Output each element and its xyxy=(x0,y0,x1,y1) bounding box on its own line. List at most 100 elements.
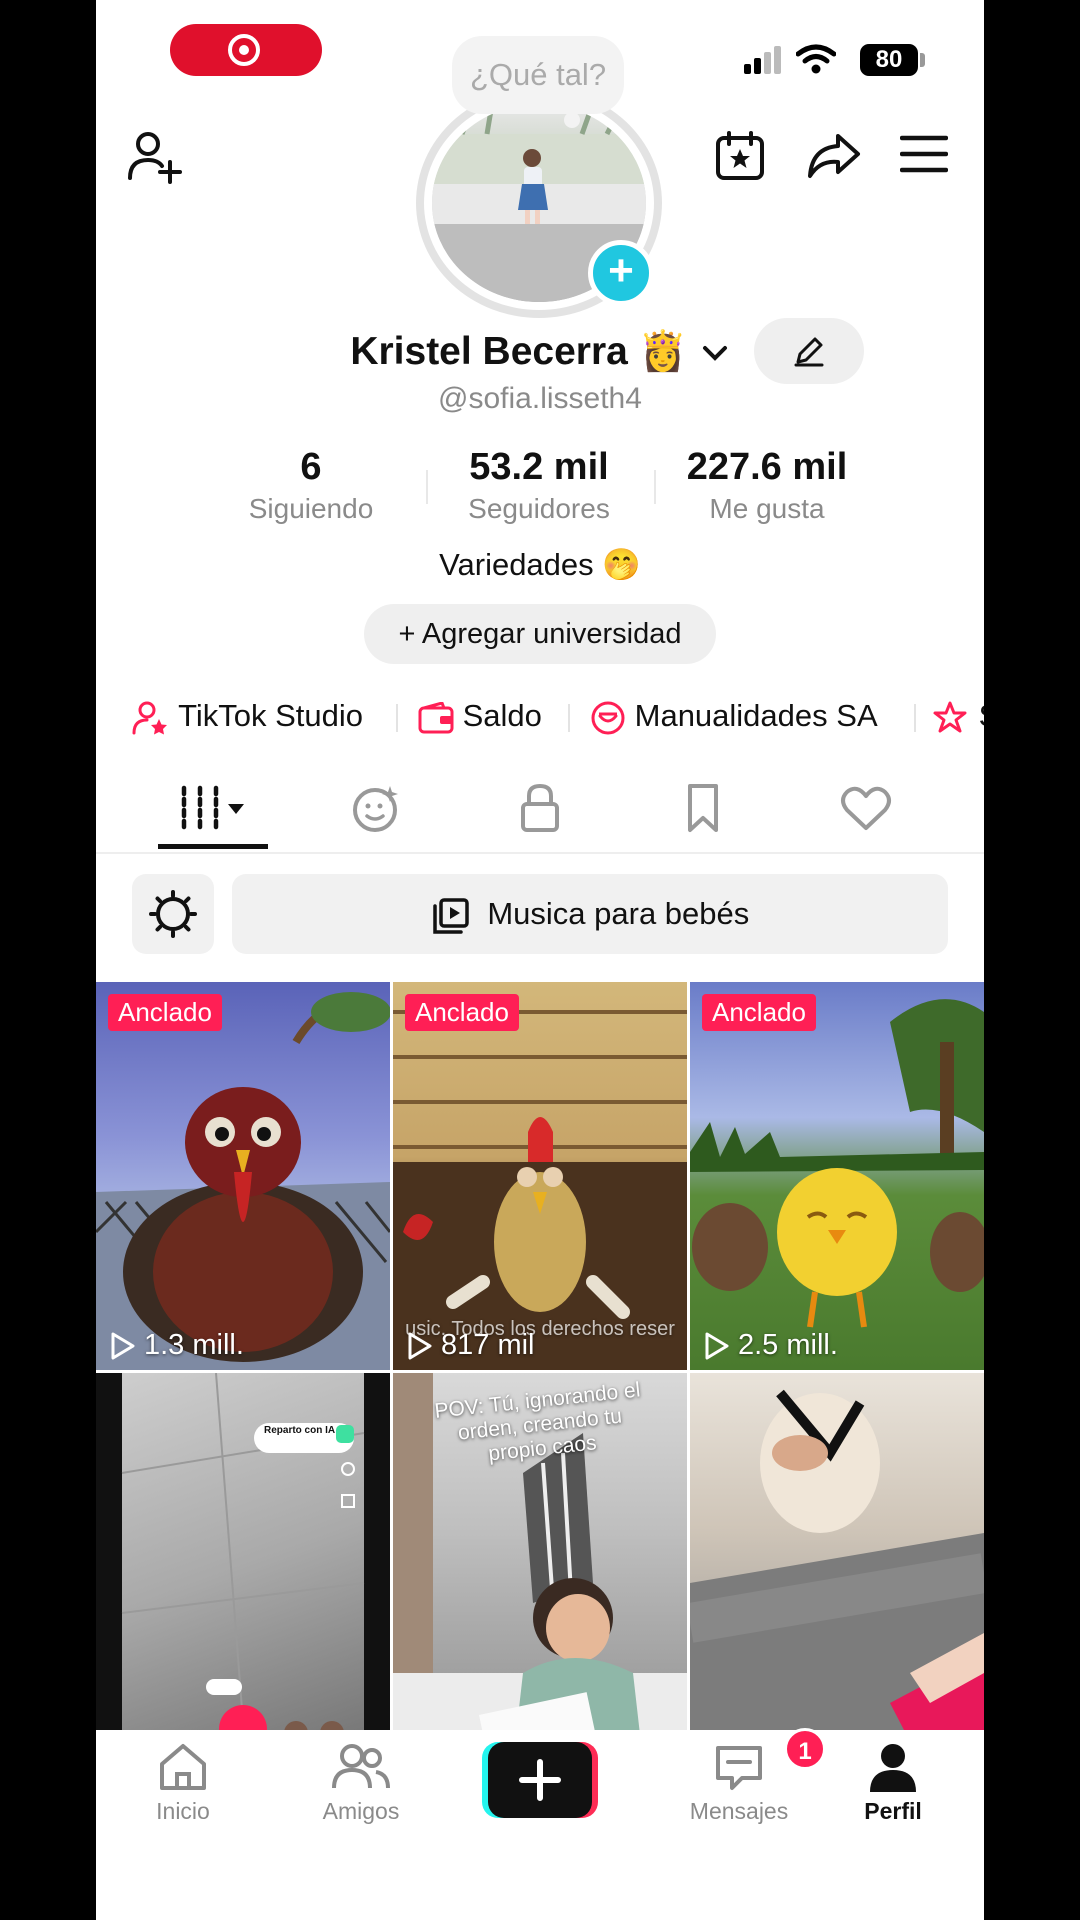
status-bubble[interactable]: ¿Qué tal? xyxy=(452,36,624,114)
screen-recording-indicator[interactable] xyxy=(170,24,322,76)
person-star-icon xyxy=(132,701,167,735)
play-icon xyxy=(111,1332,135,1360)
chevron-down-icon[interactable] xyxy=(700,342,730,364)
video-thumbnail[interactable]: POV: Tú, ignorando el orden, creando tu … xyxy=(393,1373,687,1761)
friends-icon xyxy=(332,1744,390,1789)
share-profile-button[interactable] xyxy=(806,130,862,182)
shortcut-tiktok-studio[interactable]: TikTok Studio xyxy=(132,696,363,736)
sort-filter-button[interactable] xyxy=(132,874,214,954)
stat-divider xyxy=(654,470,656,504)
active-tab-indicator xyxy=(158,844,268,849)
stat-label: Seguidores xyxy=(468,493,610,524)
pinned-badge: Anclado xyxy=(702,994,816,1031)
shortcut-more[interactable]: S xyxy=(932,696,984,736)
reposts-icon xyxy=(353,786,398,832)
create-plus-icon xyxy=(482,1742,598,1818)
tab-liked[interactable] xyxy=(811,770,921,846)
playlist-icon xyxy=(432,898,469,934)
home-icon xyxy=(160,1744,206,1790)
shortcut-label: Saldo xyxy=(462,698,542,733)
video-thumbnail[interactable]: Anclado 1.3 mill. xyxy=(96,982,390,1370)
wifi-icon xyxy=(796,44,836,74)
shortcut-separator xyxy=(914,704,916,732)
share-arrow-icon xyxy=(808,134,860,178)
bottom-navigation: Inicio Amigos Mensajes 1 Perfil xyxy=(96,1728,984,1920)
shortcut-label: TikTok Studio xyxy=(178,698,363,733)
edit-profile-button[interactable] xyxy=(754,318,864,384)
profile-icon xyxy=(870,1744,916,1792)
profile-shortcuts: TikTok Studio Saldo Manualidades SA xyxy=(96,686,984,746)
view-count-text: 1.3 mill. xyxy=(144,1329,244,1361)
add-friend-button[interactable] xyxy=(126,128,182,184)
stat-value: 53.2 mil xyxy=(469,446,609,488)
shop-icon xyxy=(591,701,625,735)
videos-grid-icon xyxy=(181,785,244,831)
nav-label: Perfil xyxy=(864,1798,922,1824)
play-icon xyxy=(408,1332,432,1360)
playlist-label: Musica para bebés xyxy=(487,896,750,932)
stat-followers[interactable]: 53.2 mil Seguidores xyxy=(439,446,639,525)
shortcut-saldo[interactable]: Saldo xyxy=(418,696,542,736)
add-university-button[interactable]: + Agregar universidad xyxy=(364,604,716,664)
view-count-text: 2.5 mill. xyxy=(738,1329,838,1361)
shortcut-shop[interactable]: Manualidades SA xyxy=(590,696,878,736)
phone-screen: 80 ¿Qué tal? + Kristel Becerra 👸 @sofia.… xyxy=(96,0,984,1920)
video-thumbnail[interactable] xyxy=(690,1373,984,1761)
tab-videos[interactable] xyxy=(158,770,268,846)
username: @sofia.lisseth4 xyxy=(438,382,642,415)
create-button[interactable] xyxy=(482,1742,598,1818)
tab-reposts[interactable] xyxy=(322,770,432,846)
nav-home[interactable]: Inicio xyxy=(108,1740,258,1825)
stat-likes[interactable]: 227.6 mil Me gusta xyxy=(667,446,867,525)
video-thumbnail[interactable]: Anclado 2.5 mill. xyxy=(690,982,984,1370)
tab-private[interactable] xyxy=(485,770,595,846)
shortcut-label: S xyxy=(979,698,984,733)
stat-label: Me gusta xyxy=(709,493,825,524)
video-thumbnail[interactable]: usic. Todos los derechos reser Anclado 8… xyxy=(393,982,687,1370)
battery-tip xyxy=(920,53,925,67)
video-overlay-text: Reparto con IA xyxy=(264,1425,336,1436)
nav-label: Amigos xyxy=(322,1798,400,1824)
bio: Variedades 🤭 xyxy=(439,547,641,582)
shortcut-label: Manualidades SA xyxy=(634,698,878,733)
view-count: 2.5 mill. xyxy=(704,1329,838,1362)
battery-level: 80 xyxy=(860,44,918,76)
shortcut-separator xyxy=(568,704,570,732)
pinned-badge: Anclado xyxy=(405,994,519,1031)
pencil-icon xyxy=(794,337,824,367)
stat-value: 6 xyxy=(300,446,322,488)
heart-icon xyxy=(841,786,891,830)
lock-icon xyxy=(521,783,559,832)
calendar-star-icon xyxy=(716,131,764,180)
pinned-badge: Anclado xyxy=(108,994,222,1031)
hamburger-menu-icon xyxy=(900,135,948,173)
video-thumbnail[interactable]: Reparto con IA xyxy=(96,1373,390,1761)
nav-profile[interactable]: Perfil xyxy=(818,1740,968,1825)
stat-value: 227.6 mil xyxy=(686,446,848,488)
star-ribbon-icon xyxy=(933,701,967,733)
view-count-text: 817 mil xyxy=(441,1329,535,1361)
add-story-button[interactable]: + xyxy=(588,240,654,306)
nav-label: Mensajes xyxy=(689,1798,789,1824)
view-count: 1.3 mill. xyxy=(110,1329,244,1362)
inbox-icon xyxy=(716,1746,762,1790)
nav-friends[interactable]: Amigos xyxy=(286,1740,436,1825)
shortcut-separator xyxy=(396,704,398,732)
wallet-icon xyxy=(418,701,454,734)
bookmark-icon xyxy=(688,784,718,832)
events-button[interactable] xyxy=(714,130,766,182)
stat-divider xyxy=(426,470,428,504)
display-name: Kristel Becerra 👸 xyxy=(350,330,688,373)
content-tabs xyxy=(96,770,984,854)
view-count: 817 mil xyxy=(407,1329,535,1362)
tab-saved[interactable] xyxy=(648,770,758,846)
playlist-chip[interactable]: Musica para bebés xyxy=(232,874,948,954)
stat-following[interactable]: 6 Siguiendo xyxy=(211,446,411,525)
cellular-signal-icon xyxy=(744,46,781,74)
brightness-icon xyxy=(149,890,197,938)
nav-label: Inicio xyxy=(156,1798,210,1824)
play-icon xyxy=(705,1332,729,1360)
stat-label: Siguiendo xyxy=(248,493,374,524)
menu-button[interactable] xyxy=(900,134,948,174)
status-bubble-tail xyxy=(564,112,580,128)
